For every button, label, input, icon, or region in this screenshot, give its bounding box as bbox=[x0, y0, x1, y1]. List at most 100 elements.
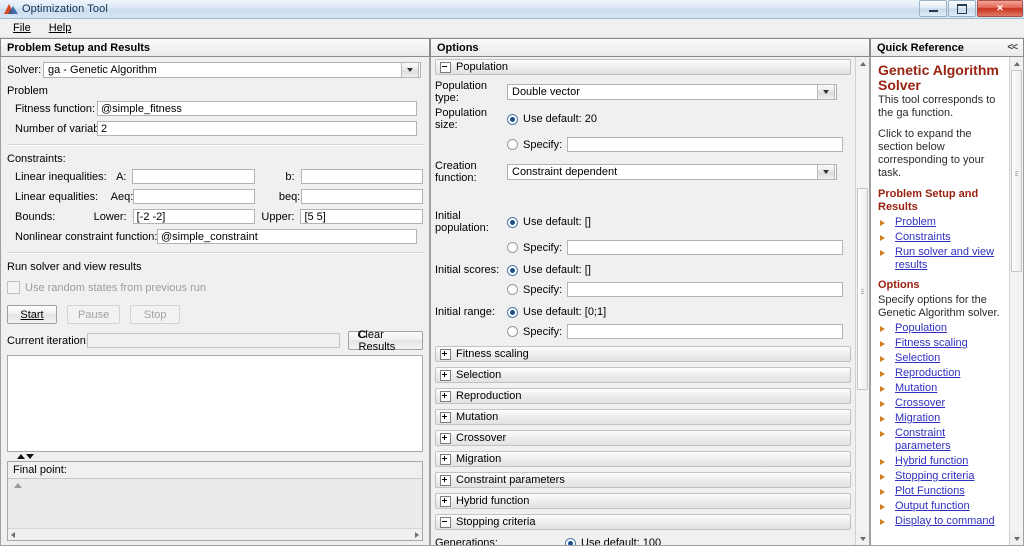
linear-equality-beq-input[interactable] bbox=[300, 189, 424, 204]
qr-link-run-solver-and-view-results[interactable]: Run solver and view results bbox=[878, 246, 1002, 272]
scroll-up-button[interactable] bbox=[856, 57, 869, 70]
scroll-left-icon[interactable] bbox=[11, 531, 15, 538]
initial-population-default-row[interactable]: Initial population: Use default: [] bbox=[435, 210, 851, 234]
initial-range-specify-input[interactable] bbox=[567, 324, 843, 339]
initial-scores-specify-radio[interactable] bbox=[507, 284, 518, 295]
qr-link-mutation[interactable]: Mutation bbox=[878, 382, 1002, 395]
plus-icon[interactable] bbox=[440, 474, 451, 486]
qr-scroll-thumb[interactable] bbox=[1011, 70, 1022, 272]
initial-population-specify-input[interactable] bbox=[567, 240, 843, 255]
upper-bound-input[interactable]: [5 5] bbox=[300, 209, 423, 224]
population-size-default-row[interactable]: Population size: Use default: 20 bbox=[435, 107, 851, 131]
initial-scores-specify-input[interactable] bbox=[567, 282, 843, 297]
section-header-mutation[interactable]: Mutation bbox=[435, 409, 851, 425]
population-size-specify-radio[interactable] bbox=[507, 139, 518, 150]
pause-button[interactable]: Pause bbox=[67, 305, 121, 324]
final-point-up-icon[interactable] bbox=[14, 483, 22, 488]
clear-results-button[interactable]: CClear Results bbox=[347, 329, 423, 353]
number-of-variables-input[interactable]: 2 bbox=[97, 121, 417, 136]
population-size-specify-input[interactable] bbox=[567, 137, 843, 152]
initial-scores-default-row[interactable]: Initial scores: Use default: [] bbox=[435, 264, 851, 276]
qr-link-selection[interactable]: Selection bbox=[878, 352, 1002, 365]
quick-reference-vertical-scrollbar[interactable] bbox=[1009, 57, 1023, 545]
minimize-button[interactable] bbox=[919, 0, 947, 17]
results-splitter[interactable] bbox=[7, 452, 423, 461]
qr-link-crossover[interactable]: Crossover bbox=[878, 397, 1002, 410]
creation-function-dropdown[interactable]: Constraint dependent bbox=[507, 164, 837, 180]
initial-population-default-radio[interactable] bbox=[507, 216, 518, 228]
section-header-crossover[interactable]: Crossover bbox=[435, 430, 851, 446]
final-point-horizontal-scrollbar[interactable] bbox=[8, 528, 422, 540]
initial-range-default-row[interactable]: Initial range: Use default: [0;1] bbox=[435, 306, 851, 318]
random-states-checkbox[interactable] bbox=[7, 281, 20, 294]
solver-dropdown[interactable]: ga - Genetic Algorithm bbox=[43, 62, 421, 78]
nonlinear-constraint-input[interactable]: @simple_constraint bbox=[157, 229, 417, 244]
section-header-hybrid-function[interactable]: Hybrid function bbox=[435, 493, 851, 509]
qr-link-fitness-scaling[interactable]: Fitness scaling bbox=[878, 337, 1002, 350]
random-states-row[interactable]: Use random states from previous run bbox=[7, 281, 423, 294]
options-scroll-track[interactable] bbox=[856, 70, 869, 532]
qr-link-reproduction[interactable]: Reproduction bbox=[878, 367, 1002, 380]
qr-link-output-function[interactable]: Output function bbox=[878, 500, 1002, 513]
qr-link-display-to-command[interactable]: Display to command bbox=[878, 515, 1002, 528]
collapse-quick-reference-button[interactable]: << bbox=[1007, 42, 1018, 53]
initial-scores-specify-row[interactable]: Specify: bbox=[435, 282, 851, 297]
section-header-stopping-criteria[interactable]: Stopping criteria bbox=[435, 514, 851, 530]
initial-range-specify-row[interactable]: Specify: bbox=[435, 324, 851, 339]
menu-item-file[interactable]: File bbox=[4, 21, 40, 35]
splitter-down-icon[interactable] bbox=[26, 454, 34, 459]
section-header-constraint-parameters[interactable]: Constraint parameters bbox=[435, 472, 851, 488]
initial-range-default-radio[interactable] bbox=[507, 306, 518, 318]
qr-link-constraints[interactable]: Constraints bbox=[878, 231, 1002, 244]
plus-icon[interactable] bbox=[440, 348, 451, 360]
lower-bound-input[interactable]: [-2 -2] bbox=[132, 209, 256, 224]
initial-scores-default-radio[interactable] bbox=[507, 264, 518, 276]
qr-link-migration[interactable]: Migration bbox=[878, 412, 1002, 425]
initial-range-specify-radio[interactable] bbox=[507, 326, 518, 337]
chevron-down-icon[interactable] bbox=[817, 164, 835, 180]
generations-default-row[interactable]: Generations: Use default: 100 bbox=[435, 537, 851, 545]
linear-inequality-b-input[interactable] bbox=[300, 169, 423, 184]
linear-inequality-a-input[interactable] bbox=[132, 169, 255, 184]
options-vertical-scrollbar[interactable] bbox=[855, 57, 869, 545]
qr-link-problem[interactable]: Problem bbox=[878, 216, 1002, 229]
generations-default-radio[interactable] bbox=[565, 537, 576, 545]
qr-link-hybrid-function[interactable]: Hybrid function bbox=[878, 455, 1002, 468]
initial-population-specify-radio[interactable] bbox=[507, 242, 518, 253]
plus-icon[interactable] bbox=[440, 432, 451, 444]
qr-scroll-track[interactable] bbox=[1010, 70, 1023, 532]
section-header-reproduction[interactable]: Reproduction bbox=[435, 388, 851, 404]
scroll-down-button[interactable] bbox=[856, 532, 869, 545]
scroll-down-button[interactable] bbox=[1010, 532, 1023, 545]
linear-equality-aeq-input[interactable] bbox=[132, 189, 255, 204]
options-scroll-thumb[interactable] bbox=[857, 188, 868, 390]
plus-icon[interactable] bbox=[440, 495, 451, 507]
population-size-default-radio[interactable] bbox=[507, 113, 518, 125]
section-header-migration[interactable]: Migration bbox=[435, 451, 851, 467]
menu-item-help[interactable]: Help bbox=[40, 21, 81, 35]
plus-icon[interactable] bbox=[440, 411, 451, 423]
plus-icon[interactable] bbox=[440, 369, 451, 381]
section-header-fitness-scaling[interactable]: Fitness scaling bbox=[435, 346, 851, 362]
qr-link-stopping-criteria[interactable]: Stopping criteria bbox=[878, 470, 1002, 483]
plus-icon[interactable] bbox=[440, 453, 451, 465]
chevron-down-icon[interactable] bbox=[817, 84, 835, 100]
fitness-function-input[interactable]: @simple_fitness bbox=[97, 101, 417, 116]
start-button[interactable]: Start bbox=[7, 305, 57, 324]
section-header-selection[interactable]: Selection bbox=[435, 367, 851, 383]
maximize-button[interactable] bbox=[948, 0, 976, 17]
population-size-specify-row[interactable]: Specify: bbox=[435, 137, 851, 152]
results-textarea[interactable] bbox=[7, 355, 423, 452]
qr-link-constraint-parameters[interactable]: Constraint parameters bbox=[878, 427, 1002, 453]
plus-icon[interactable] bbox=[440, 390, 451, 402]
scroll-right-icon[interactable] bbox=[415, 531, 419, 538]
section-header-population[interactable]: Population bbox=[435, 59, 851, 75]
scroll-up-button[interactable] bbox=[1010, 57, 1023, 70]
stop-button[interactable]: Stop bbox=[130, 305, 181, 324]
initial-population-specify-row[interactable]: Specify: bbox=[435, 240, 851, 255]
splitter-up-icon[interactable] bbox=[17, 454, 25, 459]
minus-icon[interactable] bbox=[440, 516, 451, 528]
population-type-dropdown[interactable]: Double vector bbox=[507, 84, 837, 100]
qr-link-population[interactable]: Population bbox=[878, 322, 1002, 335]
qr-link-plot-functions[interactable]: Plot Functions bbox=[878, 485, 1002, 498]
